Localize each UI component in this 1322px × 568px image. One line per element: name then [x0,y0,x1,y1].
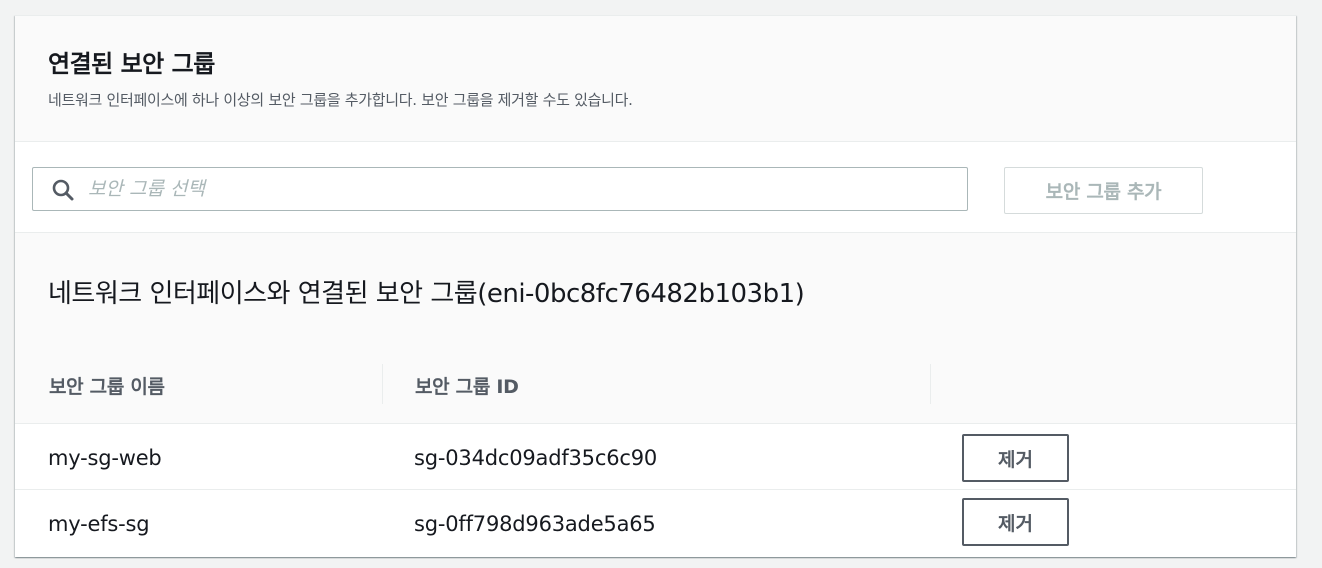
add-security-group-button[interactable]: 보안 그룹 추가 [1004,167,1203,214]
security-group-name: my-sg-web [48,446,162,470]
column-divider [382,364,383,404]
column-header-id[interactable]: 보안 그룹 ID [415,372,519,399]
search-row: 보안 그룹 추가 [15,142,1296,232]
panel-description: 네트워크 인터페이스에 하나 이상의 보안 그룹을 추가합니다. 보안 그룹을 … [48,91,633,109]
security-group-id: sg-0ff798d963ade5a65 [414,512,656,536]
column-header-name[interactable]: 보안 그룹 이름 [49,372,165,399]
security-group-select[interactable] [32,167,968,211]
column-divider [930,364,931,404]
remove-button[interactable]: 제거 [962,498,1069,546]
security-group-name: my-efs-sg [48,512,150,536]
table-row: my-sg-web sg-034dc09adf35c6c90 제거 [15,424,1296,490]
table-header: 보안 그룹 이름 보안 그룹 ID [15,346,1296,424]
search-icon [52,179,74,201]
associated-groups-title: 네트워크 인터페이스와 연결된 보안 그룹(eni-0bc8fc76482b10… [48,279,805,309]
remove-button[interactable]: 제거 [962,434,1069,482]
panel-title: 연결된 보안 그룹 [48,50,215,78]
panel-header: 연결된 보안 그룹 네트워크 인터페이스에 하나 이상의 보안 그룹을 추가합니… [15,16,1296,142]
security-group-id: sg-034dc09adf35c6c90 [414,446,658,470]
associated-groups-header: 네트워크 인터페이스와 연결된 보안 그룹(eni-0bc8fc76482b10… [15,232,1296,347]
search-input[interactable] [88,168,948,210]
table-row: my-efs-sg sg-0ff798d963ade5a65 제거 [15,490,1296,555]
security-groups-panel: 연결된 보안 그룹 네트워크 인터페이스에 하나 이상의 보안 그룹을 추가합니… [15,15,1296,557]
